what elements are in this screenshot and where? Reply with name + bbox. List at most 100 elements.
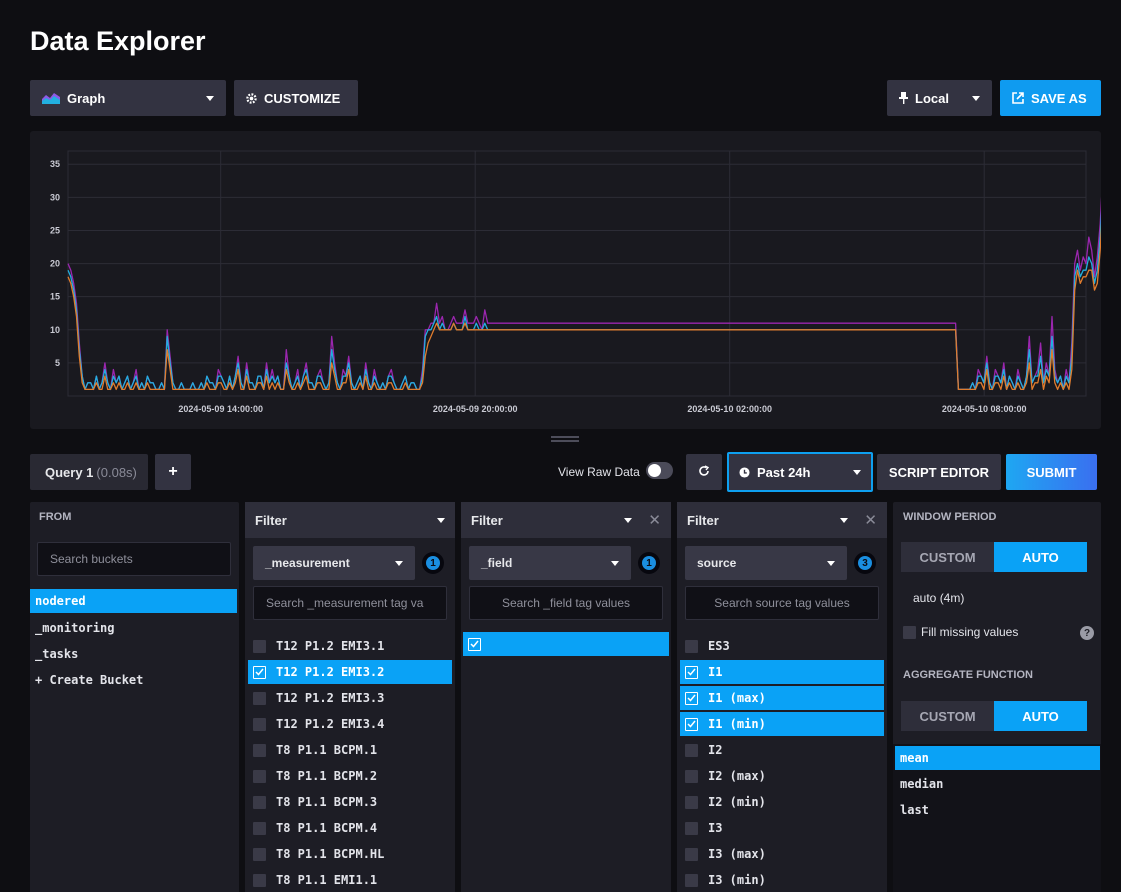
aggregate-toggle[interactable]: CUSTOM AUTO xyxy=(901,701,1087,731)
time-range-dropdown[interactable]: Past 24h xyxy=(727,452,873,492)
export-icon xyxy=(1012,92,1024,104)
chevron-down-icon xyxy=(624,517,633,523)
tag-value-item[interactable]: I1 (max) xyxy=(680,686,884,710)
help-icon[interactable]: ? xyxy=(1080,626,1094,640)
custom-option[interactable]: CUSTOM xyxy=(901,542,994,572)
save-as-button[interactable]: SAVE AS xyxy=(1000,80,1101,116)
function-item[interactable]: mean xyxy=(895,746,1100,770)
fill-missing-checkbox[interactable] xyxy=(903,625,916,639)
close-icon[interactable]: ✕ xyxy=(648,511,661,529)
view-raw-toggle[interactable] xyxy=(646,462,673,479)
filter-header[interactable]: Filter ✕ xyxy=(677,502,887,538)
tag-value-item[interactable]: I2 (min) xyxy=(680,790,884,814)
checkbox[interactable] xyxy=(253,873,266,887)
tag-value-item[interactable]: I1 xyxy=(680,660,884,684)
checkbox[interactable] xyxy=(253,821,266,835)
function-item[interactable]: median xyxy=(895,772,1098,796)
filter-header[interactable]: Filter xyxy=(245,502,455,538)
tag-key-label: source xyxy=(697,556,737,570)
checkbox[interactable] xyxy=(685,717,698,731)
tag-value-item[interactable]: T8 P1.1 BCPM.HL xyxy=(248,842,452,866)
checkbox[interactable] xyxy=(253,639,266,653)
checkbox[interactable] xyxy=(253,795,266,809)
tag-value-item[interactable]: T8 P1.1 EMI1.1 xyxy=(248,868,452,892)
tag-value-item[interactable]: I1 (min) xyxy=(680,712,884,736)
custom-option[interactable]: CUSTOM xyxy=(901,701,994,731)
page-title: Data Explorer xyxy=(30,26,206,56)
tag-value-item[interactable]: I2 xyxy=(680,738,884,762)
tag-search-input[interactable]: Search source tag values xyxy=(685,586,879,620)
tag-value-item[interactable]: T8 P1.1 BCPM.2 xyxy=(248,764,452,788)
tag-value-item[interactable]: T12 P1.2 EMI3.2 xyxy=(248,660,452,684)
bucket-item[interactable]: _monitoring xyxy=(30,616,236,640)
tag-value-item[interactable] xyxy=(463,632,669,656)
tag-value-label: I2 (min) xyxy=(708,795,766,809)
checkbox[interactable] xyxy=(253,847,266,861)
checkbox[interactable] xyxy=(253,717,266,731)
checkbox[interactable] xyxy=(253,665,266,679)
tag-value-label: I3 xyxy=(708,821,723,835)
tag-value-label: T8 P1.1 BCPM.HL xyxy=(276,847,385,861)
y-tick-label: 35 xyxy=(50,159,60,169)
checkbox[interactable] xyxy=(685,743,698,757)
tag-value-item[interactable]: T8 P1.1 BCPM.1 xyxy=(248,738,452,762)
query-tab[interactable]: Query 1 (0.08s) xyxy=(30,454,148,490)
tag-search-input[interactable]: Search _field tag values xyxy=(469,586,663,620)
window-period-toggle[interactable]: CUSTOM AUTO xyxy=(901,542,1087,572)
function-item[interactable]: last xyxy=(895,798,1098,822)
checkbox[interactable] xyxy=(685,639,698,653)
checkbox[interactable] xyxy=(685,873,698,887)
timezone-dropdown[interactable]: Local xyxy=(887,80,992,116)
graph-type-dropdown[interactable]: Graph xyxy=(30,80,226,116)
y-tick-label: 25 xyxy=(50,225,60,235)
checkbox[interactable] xyxy=(468,637,481,651)
auto-option[interactable]: AUTO xyxy=(994,701,1087,731)
checkbox[interactable] xyxy=(253,769,266,783)
checkbox[interactable] xyxy=(685,769,698,783)
tag-search-input[interactable]: Search _measurement tag va xyxy=(253,586,447,620)
line-chart[interactable]: 35 30 25 20 15 10 5 2024-05-09 14:00:00 2024-05… xyxy=(30,131,1101,429)
close-icon[interactable]: ✕ xyxy=(864,511,877,529)
create-bucket-link[interactable]: + Create Bucket xyxy=(30,668,236,692)
graph-icon xyxy=(42,92,60,104)
script-editor-button[interactable]: SCRIPT EDITOR xyxy=(877,454,1001,490)
tag-key-dropdown[interactable]: _measurement xyxy=(253,546,415,580)
fill-missing-row[interactable]: Fill missing values xyxy=(903,625,1018,639)
submit-button[interactable]: SUBMIT xyxy=(1006,454,1097,490)
x-tick-label: 2024-05-10 08:00:00 xyxy=(942,404,1027,414)
checkbox[interactable] xyxy=(685,691,698,705)
refresh-button[interactable] xyxy=(686,454,722,490)
tag-value-item[interactable]: T8 P1.1 BCPM.4 xyxy=(248,816,452,840)
tag-key-dropdown[interactable]: _field xyxy=(469,546,631,580)
checkbox[interactable] xyxy=(253,691,266,705)
checkbox[interactable] xyxy=(253,743,266,757)
resize-handle[interactable] xyxy=(551,436,579,442)
tag-value-item[interactable]: I3 xyxy=(680,816,884,840)
tag-value-item[interactable]: I3 (max) xyxy=(680,842,884,866)
tag-value-label: I3 (max) xyxy=(708,847,766,861)
tag-value-item[interactable]: T8 P1.1 BCPM.3 xyxy=(248,790,452,814)
tag-value-label: I3 (min) xyxy=(708,873,766,887)
filter-title: Filter xyxy=(255,512,287,528)
auto-option[interactable]: AUTO xyxy=(994,542,1087,572)
tag-value-item[interactable]: I2 (max) xyxy=(680,764,884,788)
checkbox[interactable] xyxy=(685,821,698,835)
graph-panel[interactable]: 35 30 25 20 15 10 5 2024-05-09 14:00:00 2024-05… xyxy=(30,131,1101,429)
tag-value-item[interactable]: ES3 xyxy=(680,634,884,658)
checkbox[interactable] xyxy=(685,847,698,861)
add-query-button[interactable]: + xyxy=(155,454,191,490)
chevron-down-icon xyxy=(206,95,214,101)
bucket-search-input[interactable]: Search buckets xyxy=(37,542,231,576)
tag-value-item[interactable]: T12 P1.2 EMI3.3 xyxy=(248,686,452,710)
pin-icon xyxy=(899,92,908,104)
bucket-item[interactable]: _tasks xyxy=(30,642,236,666)
checkbox[interactable] xyxy=(685,665,698,679)
tag-value-item[interactable]: T12 P1.2 EMI3.4 xyxy=(248,712,452,736)
tag-key-dropdown[interactable]: source xyxy=(685,546,847,580)
customize-button[interactable]: CUSTOMIZE xyxy=(234,80,358,116)
bucket-item[interactable]: nodered xyxy=(30,589,237,613)
filter-header[interactable]: Filter ✕ xyxy=(461,502,671,538)
tag-value-item[interactable]: T12 P1.2 EMI3.1 xyxy=(248,634,452,658)
tag-value-item[interactable]: I3 (min) xyxy=(680,868,884,892)
checkbox[interactable] xyxy=(685,795,698,809)
